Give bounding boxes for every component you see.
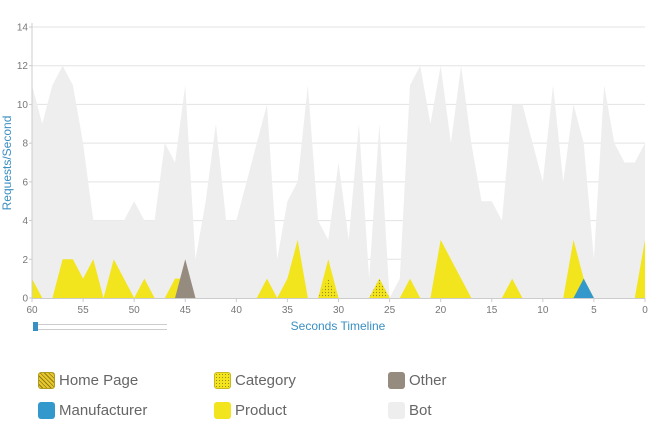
x-tick-label: 10 xyxy=(537,305,549,316)
x-tick-label: 0 xyxy=(642,305,648,316)
x-tick-label: 5 xyxy=(591,305,597,316)
x-tick-label: 45 xyxy=(180,305,192,316)
x-axis-title: Seconds Timeline xyxy=(291,319,386,333)
legend-label-category: Category xyxy=(235,372,296,389)
y-tick-label: 0 xyxy=(22,294,28,305)
legend-item-home-page[interactable]: Home Page xyxy=(38,372,138,389)
legend-item-product[interactable]: Product xyxy=(214,402,287,419)
x-tick-label: 25 xyxy=(384,305,396,316)
timeline-scroll-track[interactable] xyxy=(33,324,167,330)
legend-swatch-category xyxy=(214,372,231,389)
legend-label-manufacturer: Manufacturer xyxy=(59,402,148,419)
legend-item-bot[interactable]: Bot xyxy=(388,402,432,419)
x-tick-label: 40 xyxy=(231,305,243,316)
x-tick-label: 50 xyxy=(129,305,141,316)
legend-swatch-bot xyxy=(388,402,405,419)
legend-item-manufacturer[interactable]: Manufacturer xyxy=(38,402,147,419)
y-tick-label: 6 xyxy=(22,177,28,188)
y-tick-label: 8 xyxy=(22,139,28,150)
y-tick-label: 12 xyxy=(17,61,29,72)
legend-swatch-manufacturer xyxy=(38,402,55,419)
legend: Home Page Category Other Manufacturer Pr… xyxy=(38,366,638,426)
y-tick-label: 10 xyxy=(17,100,29,111)
legend-label-product: Product xyxy=(235,402,287,419)
x-tick-label: 30 xyxy=(333,305,345,316)
legend-swatch-home-page xyxy=(38,372,55,389)
legend-item-category[interactable]: Category xyxy=(214,372,296,389)
x-tick-label: 20 xyxy=(435,305,447,316)
timeline-scroll-handle[interactable] xyxy=(33,322,38,331)
legend-label-home-page: Home Page xyxy=(59,372,139,389)
y-tick-label: 2 xyxy=(22,255,28,266)
legend-item-other[interactable]: Other xyxy=(388,372,447,389)
legend-swatch-other xyxy=(388,372,405,389)
legend-swatch-product xyxy=(214,402,231,419)
y-tick-label: 4 xyxy=(22,216,28,227)
x-tick-label: 60 xyxy=(26,305,38,316)
y-axis-title: Requests/Second xyxy=(0,116,14,211)
y-tick-label: 14 xyxy=(17,23,29,34)
legend-label-bot: Bot xyxy=(409,402,432,419)
x-tick-label: 55 xyxy=(78,305,90,316)
x-tick-label: 35 xyxy=(282,305,294,316)
x-tick-label: 15 xyxy=(486,305,498,316)
legend-label-other: Other xyxy=(409,372,447,389)
